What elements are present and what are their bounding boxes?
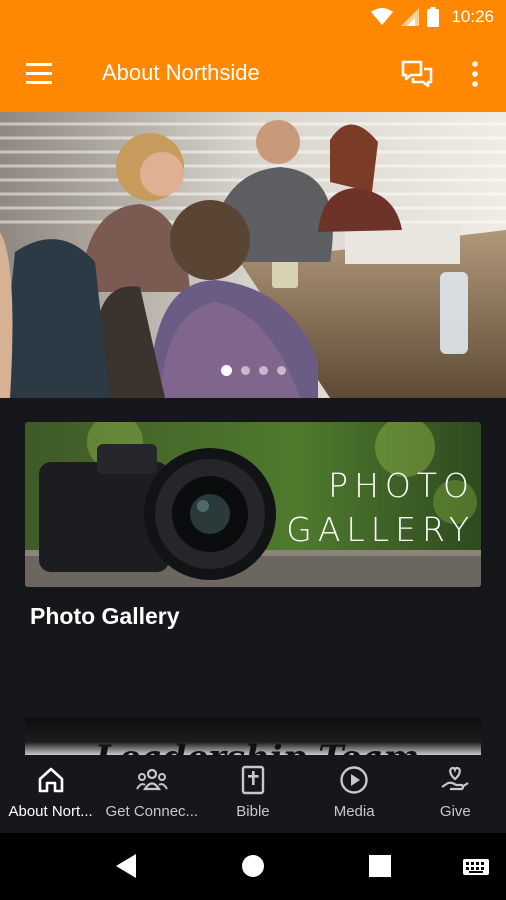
nav-label: Get Connec... [105,803,199,820]
carousel-dot[interactable] [240,366,250,375]
nav-label: Media [333,803,375,820]
menu-icon[interactable] [24,60,54,88]
carousel-dot[interactable] [220,365,232,376]
page-title: About Northside [102,60,260,85]
carousel-dots [0,365,506,376]
bible-icon [241,765,265,795]
nav-label: Give [439,803,471,820]
gallery-image-line1: PHOTO [328,466,475,505]
more-vert-icon[interactable] [462,58,488,90]
nav-media[interactable]: Media [304,755,405,833]
signal-icon [401,8,420,26]
gallery-image-text: PHOTO GALLERY [286,464,475,552]
chat-icon[interactable] [400,58,434,90]
bottom-navigation: About Nort... Get Connec... Bible Media [0,755,506,833]
play-circle-icon [340,766,368,794]
gallery-image-line2: GALLERY [286,510,475,549]
nav-label: About Nort... [8,803,93,820]
keyboard-icon[interactable] [463,859,489,875]
battery-icon [427,7,440,27]
home-button-icon[interactable] [241,854,265,878]
photo-gallery-card[interactable]: PHOTO GALLERY [25,422,481,587]
nav-give[interactable]: Give [405,755,506,833]
carousel-dot[interactable] [276,366,286,375]
give-heart-icon [441,766,469,791]
hero-carousel[interactable] [0,112,506,398]
leadership-team-card[interactable]: Leadership Team [25,718,481,758]
system-navigation-bar [0,833,506,900]
app-bar: About Northside [0,36,506,112]
nav-label: Bible [236,803,270,820]
nav-bible[interactable]: Bible [202,755,303,833]
nav-get-connected[interactable]: Get Connec... [101,755,202,833]
status-bar: 10:26 [0,0,506,36]
status-time: 10:26 [451,7,494,26]
carousel-dot[interactable] [258,366,268,375]
home-icon [38,767,63,793]
photo-gallery-title[interactable]: Photo Gallery [30,603,180,630]
group-icon [135,768,168,791]
hero-photo [0,112,506,398]
back-icon[interactable] [114,853,138,879]
wifi-icon [371,8,394,25]
recents-icon[interactable] [369,855,391,877]
nav-about[interactable]: About Nort... [0,755,101,833]
